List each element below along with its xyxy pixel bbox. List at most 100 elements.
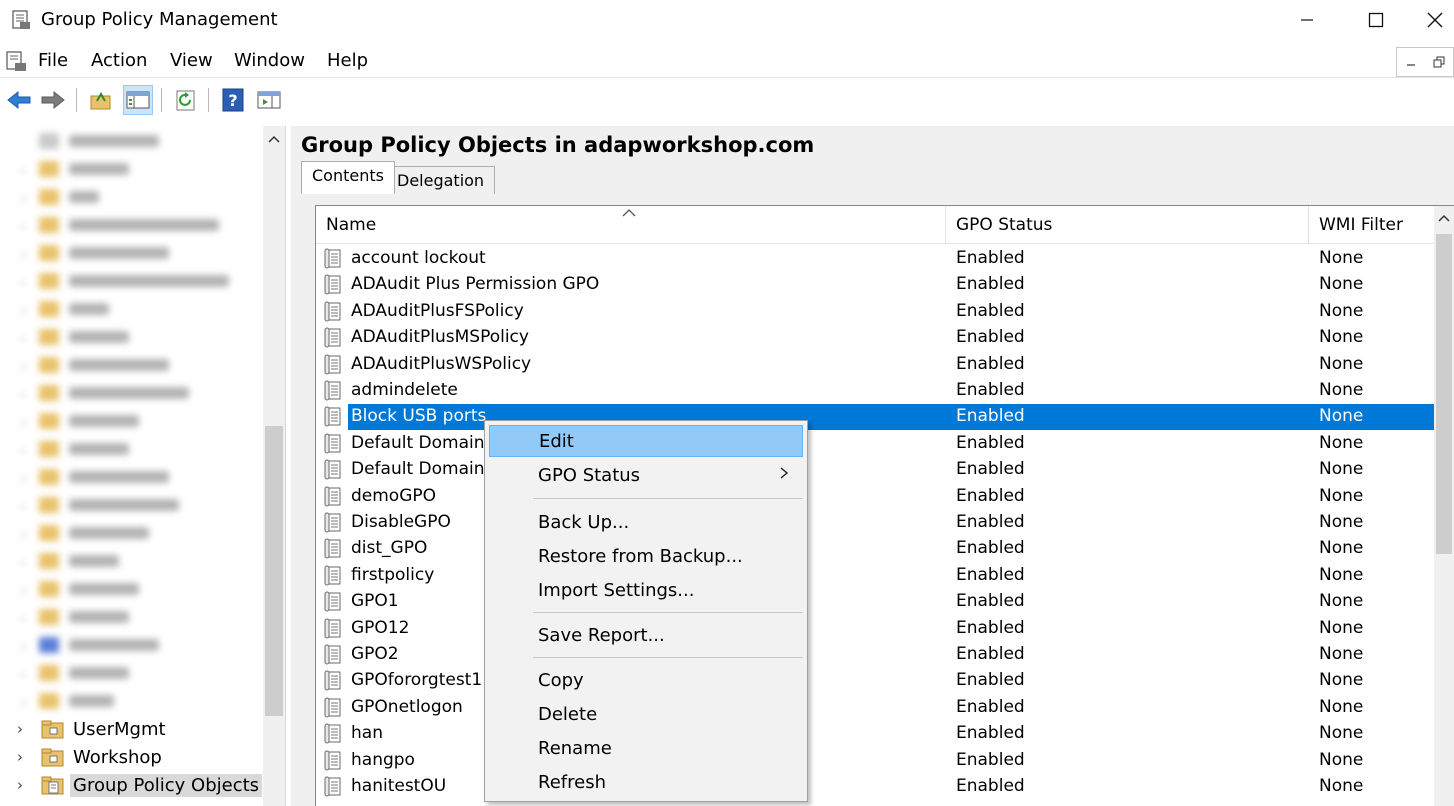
cell-name: ADAudit Plus Permission GPO (351, 274, 600, 295)
scroll-up-arrow-icon[interactable] (263, 128, 285, 150)
cell-wmi-filter: None (1319, 353, 1364, 374)
table-row[interactable]: ADAudit Plus Permission GPO Enabled None (316, 272, 1434, 298)
table-row[interactable]: ADAuditPlusMSPolicy Enabled None (316, 325, 1434, 351)
tab-contents[interactable]: Contents (301, 161, 395, 194)
chevron-right-icon[interactable]: › (17, 748, 37, 766)
context-menu-item-rename[interactable]: Rename (489, 732, 803, 764)
cell-wmi-filter: None (1319, 300, 1364, 321)
gpo-icon (324, 697, 344, 719)
context-menu-item-import-settings[interactable]: Import Settings... (489, 574, 803, 606)
cell-name: hangpo (351, 749, 415, 770)
ou-folder-icon (41, 720, 64, 739)
cell-wmi-filter: None (1319, 591, 1364, 612)
column-header-wmi-filter[interactable]: WMI Filter (1309, 206, 1436, 244)
menu-separator (533, 612, 803, 613)
menu-action[interactable]: Action (91, 50, 147, 71)
cell-wmi-filter: None (1319, 485, 1364, 506)
context-menu-item-refresh[interactable]: Refresh (489, 766, 803, 798)
context-menu-item-restore-from-backup[interactable]: Restore from Backup... (489, 540, 803, 572)
gpo-icon (324, 776, 344, 798)
context-menu-item-edit[interactable]: Edit (489, 425, 803, 457)
cell-gpo-status: Enabled (956, 564, 1025, 585)
cell-wmi-filter: None (1319, 512, 1364, 532)
cell-wmi-filter: None (1319, 696, 1364, 717)
tree-item-label: Workshop (73, 746, 162, 768)
minimize-button[interactable] (1284, 4, 1330, 36)
cell-gpo-status: Enabled (956, 459, 1025, 480)
context-menu-item-copy[interactable]: Copy (489, 664, 803, 696)
tab-delegation[interactable]: Delegation (386, 166, 496, 194)
list-scrollbar[interactable] (1434, 206, 1454, 806)
cell-gpo-status: Enabled (956, 274, 1025, 295)
cell-wmi-filter: None (1319, 459, 1364, 480)
menu-view[interactable]: View (170, 50, 213, 71)
column-header-gpo-status[interactable]: GPO Status (946, 206, 1309, 244)
show-hide-console-tree-button[interactable] (123, 85, 153, 115)
back-arrow-icon (7, 90, 31, 110)
cell-gpo-status: Enabled (956, 248, 1025, 268)
minimize-icon (1301, 19, 1313, 21)
context-menu-item-save-report[interactable]: Save Report... (489, 619, 803, 651)
cell-gpo-status: Enabled (956, 644, 1025, 664)
tree-item-label: Group Policy Objects (70, 773, 263, 797)
back-button[interactable] (4, 85, 34, 115)
show-action-pane-button[interactable] (254, 85, 284, 115)
table-row[interactable]: admindelete Enabled None (316, 378, 1434, 404)
gpo-icon (324, 486, 344, 508)
context-menu-item-delete[interactable]: Delete (489, 698, 803, 730)
console-tree-pane[interactable]: › › › › › › › › › › › › › › › › › › › › … (3, 126, 286, 806)
table-row[interactable]: ADAuditPlusFSPolicy Enabled None (316, 299, 1434, 325)
context-menu-item-label: Refresh (538, 771, 606, 793)
maximize-icon (1368, 12, 1384, 28)
cell-gpo-status: Enabled (956, 380, 1025, 400)
table-row[interactable]: ADAuditPlusWSPolicy Enabled None (316, 352, 1434, 378)
mdi-restore-button[interactable] (1425, 48, 1453, 76)
forward-button[interactable] (38, 85, 68, 115)
tree-scrollbar-thumb[interactable] (265, 426, 283, 716)
cell-gpo-status: Enabled (956, 485, 1025, 506)
help-icon: ? (222, 88, 244, 112)
cell-name: hanitestOU (351, 776, 447, 796)
cell-gpo-status: Enabled (956, 696, 1025, 717)
restore-icon (1433, 56, 1445, 68)
svg-text:?: ? (228, 91, 237, 110)
blurred-tree-items: › › › › › › › › › › › › › › › › › › › › (3, 126, 258, 716)
page-title: Group Policy Objects in adapworkshop.com (301, 133, 815, 157)
cell-name: GPO2 (351, 644, 399, 664)
context-menu-item-back-up[interactable]: Back Up... (489, 506, 803, 538)
cell-wmi-filter: None (1319, 380, 1364, 400)
tree-item-group-policy-objects[interactable]: › Group Policy Objects (17, 771, 263, 799)
gpo-icon (324, 644, 344, 666)
cell-gpo-status: Enabled (956, 538, 1025, 559)
help-button[interactable]: ? (218, 85, 248, 115)
scroll-up-arrow-icon[interactable] (1434, 208, 1454, 228)
mdi-minimize-button[interactable] (1397, 48, 1425, 76)
context-menu-item-gpo-status[interactable]: GPO Status (489, 459, 803, 491)
forward-arrow-icon (41, 90, 65, 110)
context-menu-item-label: Copy (538, 669, 584, 691)
chevron-right-icon[interactable]: › (17, 776, 37, 794)
cell-gpo-status: Enabled (956, 353, 1025, 374)
menu-help[interactable]: Help (327, 50, 368, 71)
system-menu-icon[interactable] (4, 49, 28, 73)
refresh-button[interactable] (171, 85, 201, 115)
menu-window[interactable]: Window (234, 50, 305, 71)
tree-item-workshop[interactable]: › Workshop (17, 743, 162, 771)
menu-file[interactable]: File (38, 50, 68, 71)
maximize-button[interactable] (1353, 4, 1399, 36)
up-one-level-button[interactable] (86, 85, 116, 115)
tree-scrollbar[interactable] (263, 126, 285, 806)
chevron-right-icon[interactable]: › (17, 720, 37, 738)
tree-item-usermgmt[interactable]: › UserMgmt (17, 715, 166, 743)
table-row[interactable]: account lockout Enabled None (316, 246, 1434, 272)
cell-wmi-filter: None (1319, 749, 1364, 770)
list-scrollbar-thumb[interactable] (1436, 234, 1452, 554)
close-button[interactable] (1416, 4, 1454, 36)
cell-name: DisableGPO (351, 512, 451, 532)
list-header: Name GPO Status WMI Filter (316, 206, 1436, 244)
toolbar-separator (76, 88, 77, 112)
cell-gpo-status: Enabled (956, 406, 1025, 427)
cell-name: ADAuditPlusMSPolicy (351, 327, 529, 348)
menu-separator (533, 657, 803, 658)
cell-name: firstpolicy (351, 564, 435, 585)
